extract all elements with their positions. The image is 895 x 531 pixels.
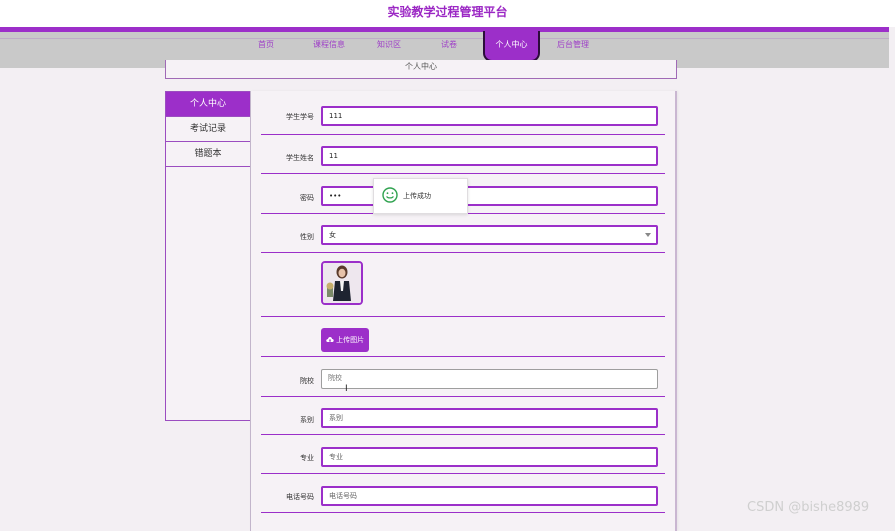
student-name-input[interactable]: 11 [321, 146, 658, 166]
sidebar-item-wrong-answers[interactable]: 错题本 [166, 142, 250, 167]
profile-form: 学生学号 111 学生姓名 11 密码 ••• 性别 女 上传图片 院校 院校 … [250, 91, 677, 531]
toast-message: 上传成功 [403, 192, 431, 200]
sidebar: 个人中心 考试记录 错题本 [165, 91, 251, 421]
gender-label: 性别 [300, 233, 314, 241]
student-id-label: 学生学号 [286, 113, 314, 121]
form-row-college: 院校 院校 [261, 357, 665, 397]
phone-label: 电话号码 [286, 493, 314, 501]
form-row-student-id: 学生学号 111 [261, 99, 665, 135]
college-input[interactable]: 院校 [321, 369, 658, 389]
form-row-upload: 上传图片 [261, 317, 665, 357]
form-row-phone: 电话号码 电话号码 [261, 474, 665, 513]
text-cursor-icon: I [345, 384, 348, 394]
nav-home[interactable]: 首页 [248, 39, 284, 59]
password-label: 密码 [300, 194, 314, 202]
page-title: 个人中心 [405, 62, 437, 71]
sidebar-item-personal-center[interactable]: 个人中心 [166, 92, 250, 117]
avatar[interactable] [321, 261, 363, 305]
department-label: 系别 [300, 416, 314, 424]
student-name-label: 学生姓名 [286, 154, 314, 162]
nav-knowledge[interactable]: 知识区 [369, 39, 409, 59]
smile-icon [382, 187, 398, 203]
page-banner: 个人中心 [165, 60, 677, 79]
nav-admin[interactable]: 后台管理 [550, 39, 596, 59]
phone-input[interactable]: 电话号码 [321, 486, 658, 506]
cloud-upload-icon [326, 337, 334, 342]
form-row-major: 专业 专业 [261, 435, 665, 474]
major-label: 专业 [300, 454, 314, 462]
watermark: CSDN @bishe8989 [747, 500, 870, 515]
department-input[interactable]: 系别 [321, 408, 658, 428]
password-input[interactable]: ••• [321, 186, 658, 206]
form-row-gender: 性别 女 [261, 214, 665, 253]
form-row-department: 系别 系别 [261, 397, 665, 435]
upload-button-label: 上传图片 [336, 336, 365, 344]
chevron-down-icon [645, 233, 651, 237]
form-row-student-name: 学生姓名 11 [261, 135, 665, 174]
college-label: 院校 [300, 377, 314, 385]
nav-exam[interactable]: 试卷 [434, 39, 464, 59]
sidebar-item-exam-records[interactable]: 考试记录 [166, 117, 250, 142]
app-title: 实验教学过程管理平台 [0, 0, 895, 27]
form-row-avatar [261, 253, 665, 317]
nav-course-info[interactable]: 课程信息 [306, 39, 352, 59]
nav-personal-center[interactable]: 个人中心 [483, 31, 540, 62]
gender-value: 女 [329, 231, 336, 239]
major-input[interactable]: 专业 [321, 447, 658, 467]
student-id-input[interactable]: 111 [321, 106, 658, 126]
success-toast: 上传成功 [373, 178, 468, 214]
upload-image-button[interactable]: 上传图片 [321, 328, 369, 352]
avatar-photo [323, 263, 361, 303]
gender-select[interactable]: 女 [321, 225, 658, 245]
